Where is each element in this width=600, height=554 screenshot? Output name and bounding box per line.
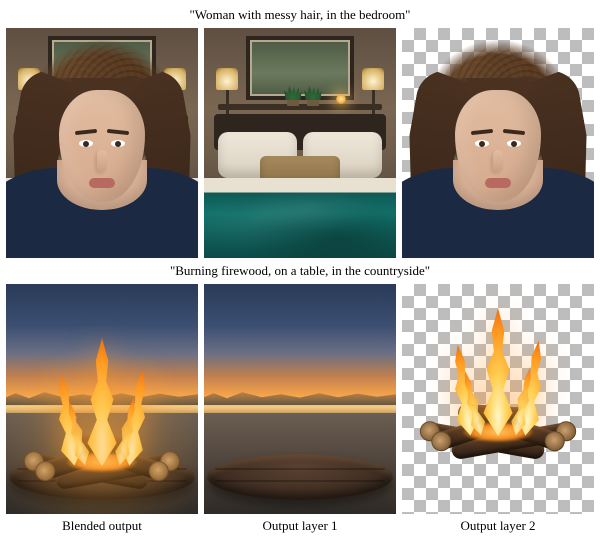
col-label-layer1: Output layer 1 (204, 518, 396, 534)
row2-prompt-caption: "Burning firewood, on a table, in the co… (6, 262, 594, 280)
foreground-woman-alpha (402, 28, 594, 258)
foreground-fire-alpha (418, 304, 578, 454)
foreground-fire (22, 334, 182, 484)
row1-output-layer-1 (204, 28, 396, 258)
row2-output-layer-2 (402, 284, 594, 514)
col-label-blended: Blended output (6, 518, 198, 534)
row1-prompt-caption: "Woman with messy hair, in the bedroom" (6, 6, 594, 24)
row2-images (6, 284, 594, 514)
row1-images (6, 28, 594, 258)
layered-generation-figure: "Woman with messy hair, in the bedroom" (0, 0, 600, 534)
row1-output-layer-2 (402, 28, 594, 258)
foreground-woman (6, 28, 198, 258)
column-labels: Blended output Output layer 1 Output lay… (6, 518, 594, 534)
row2-blended-output (6, 284, 198, 514)
row2-output-layer-1 (204, 284, 396, 514)
table-icon (207, 454, 393, 500)
row1-blended-output (6, 28, 198, 258)
col-label-layer2: Output layer 2 (402, 518, 594, 534)
